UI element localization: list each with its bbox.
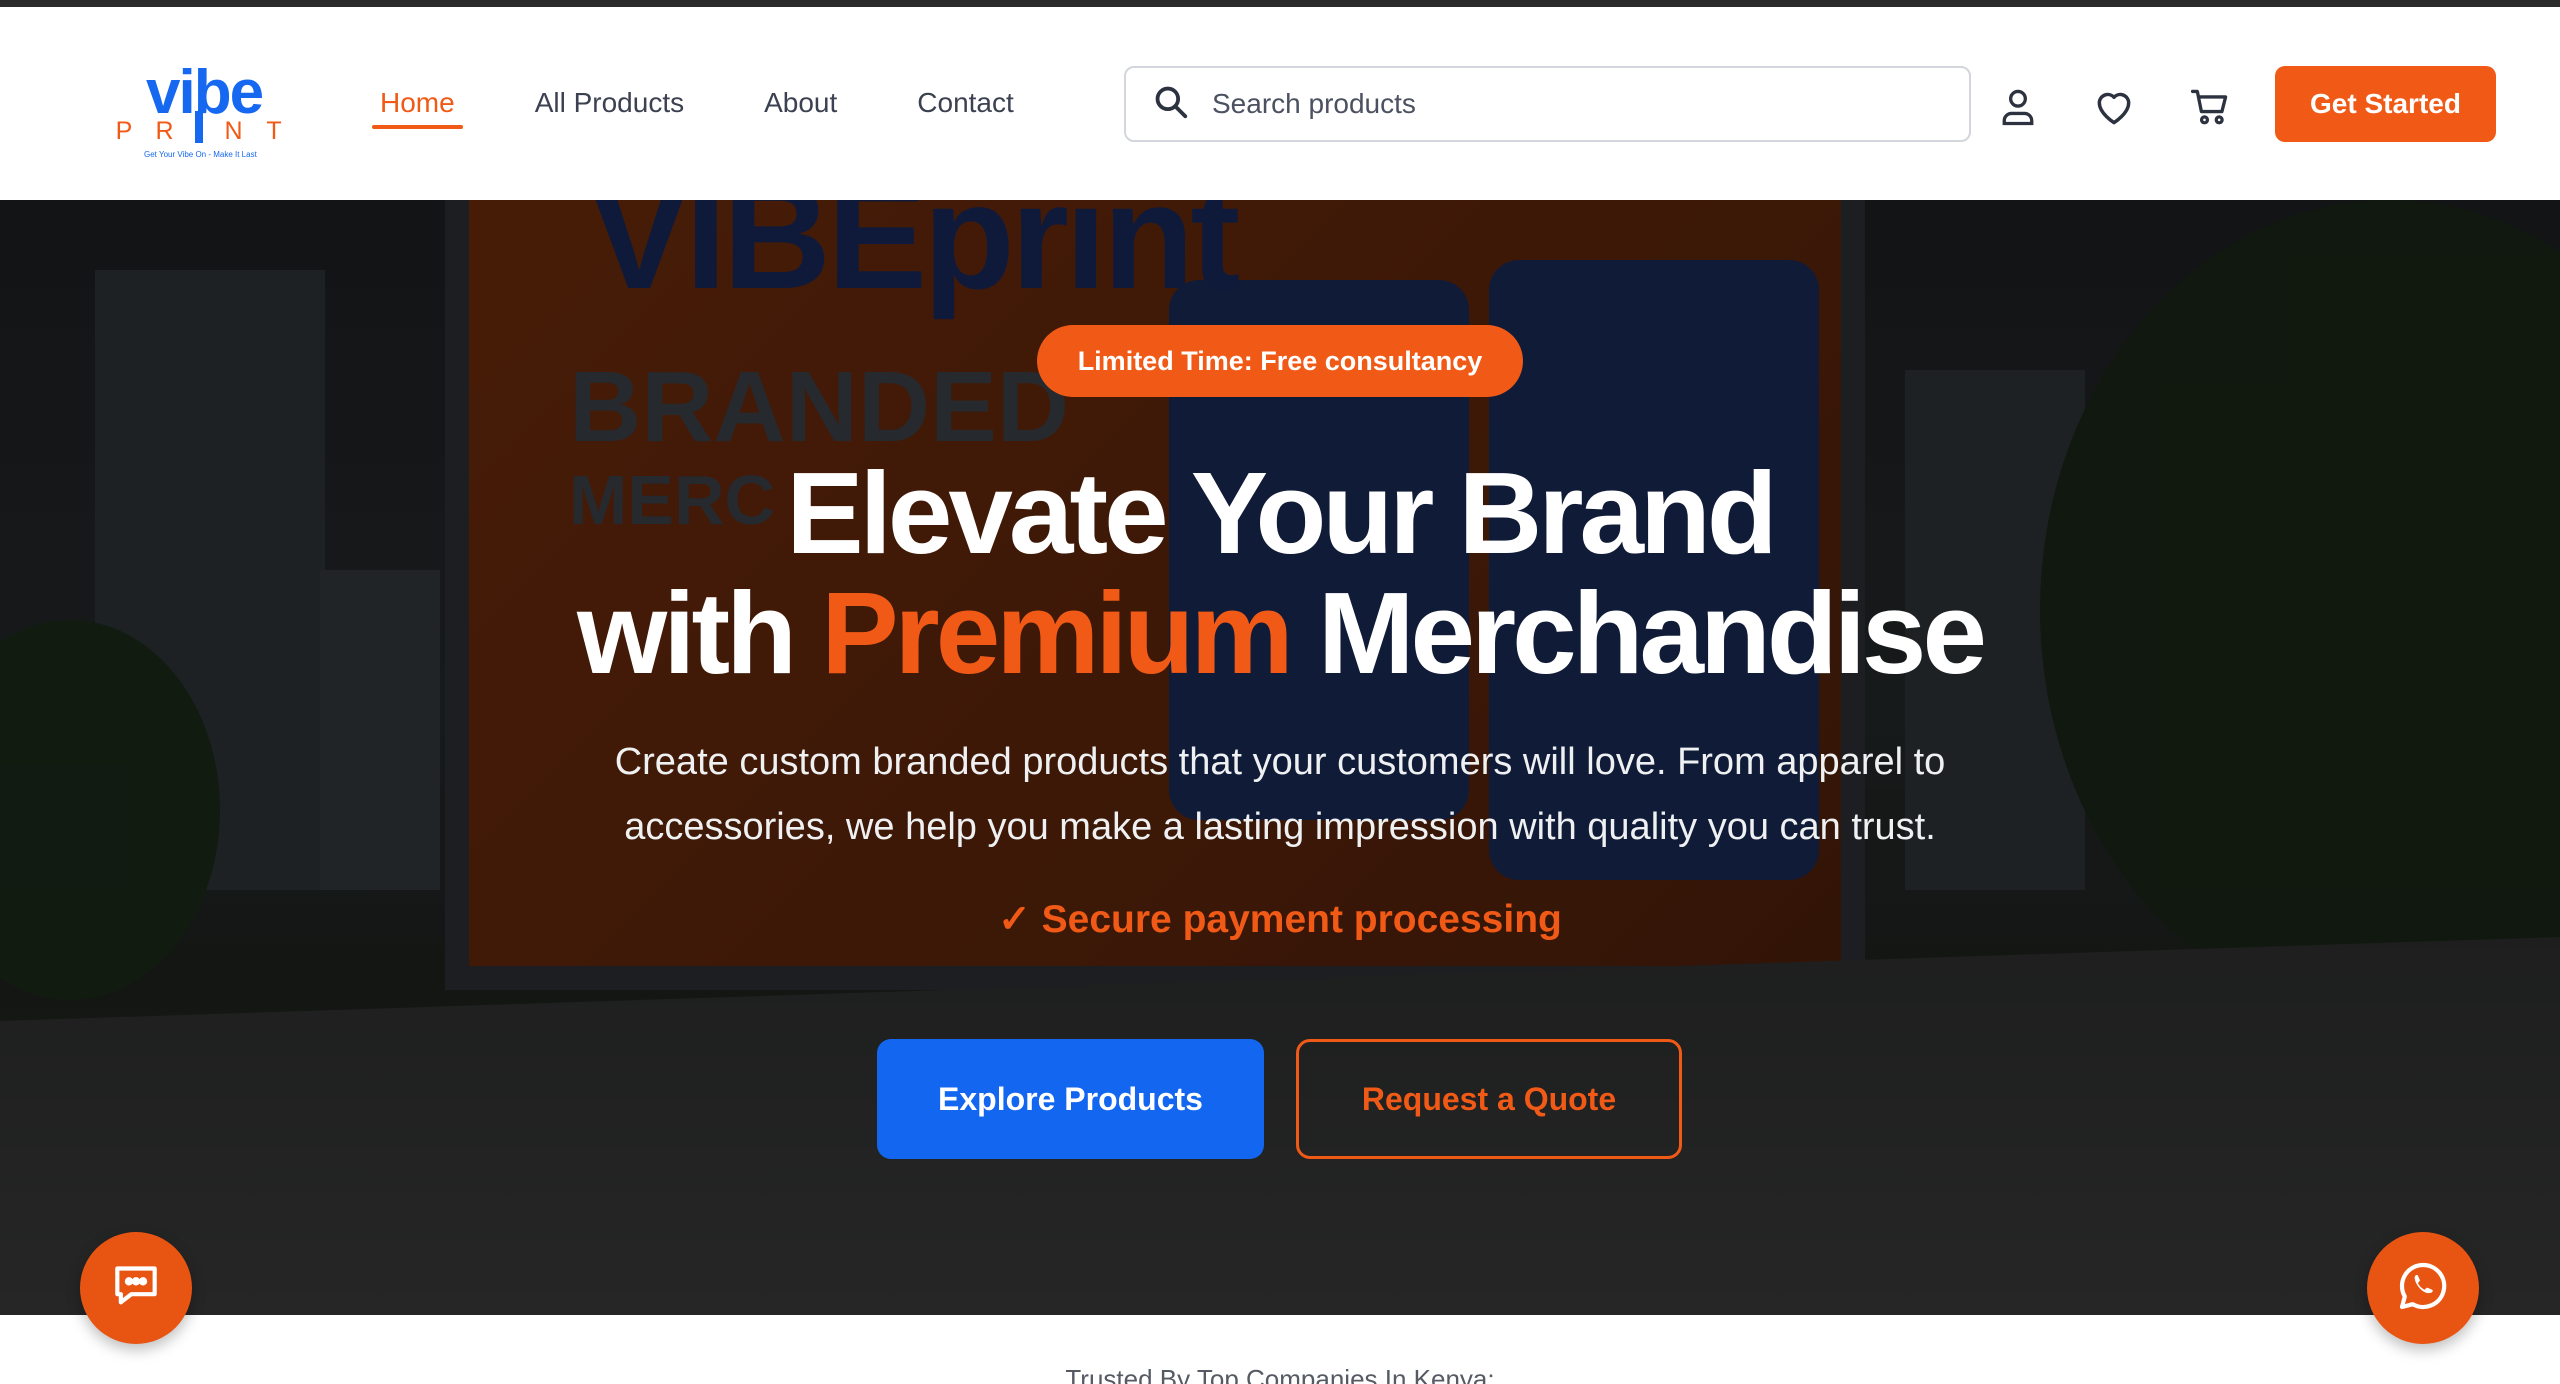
- logo-wordmark: vibe: [146, 58, 264, 127]
- whatsapp-button[interactable]: [2367, 1232, 2479, 1344]
- search-bar[interactable]: [1124, 66, 1971, 142]
- hero-headline-line1: Elevate Your Brand: [786, 448, 1777, 578]
- user-icon[interactable]: [1996, 85, 2040, 129]
- main-nav: Home All Products About Contact: [372, 87, 1094, 129]
- logo-print-letters: P R N T: [114, 111, 284, 146]
- nav-contact[interactable]: Contact: [917, 87, 1014, 129]
- site-header: vibe P R N T Get Your Vibe On - Make It …: [0, 7, 2560, 200]
- headline-suffix: Merchandise: [1289, 568, 1987, 698]
- secure-payment-text: Secure payment processing: [1041, 898, 1562, 941]
- headline-prefix: with: [577, 568, 822, 698]
- chat-icon: [108, 1258, 164, 1319]
- nav-about[interactable]: About: [764, 87, 837, 129]
- hero-headline-line2: with Premium Merchandise: [0, 573, 2560, 693]
- search-icon: [1152, 83, 1190, 126]
- logo-bar: [195, 111, 203, 143]
- trusted-by-heading: Trusted By Top Companies In Kenya:: [1065, 1364, 1495, 1384]
- logo-letter: R: [155, 117, 174, 145]
- logo-letter: T: [266, 117, 282, 145]
- logo-letter: P: [115, 117, 133, 145]
- promo-badge: Limited Time: Free consultancy: [1037, 325, 1523, 397]
- get-started-button[interactable]: Get Started: [2275, 66, 2496, 142]
- hero-subtitle: Create custom branded products that your…: [614, 741, 1946, 848]
- nav-home[interactable]: Home: [372, 87, 463, 129]
- search-input[interactable]: [1212, 88, 1912, 120]
- secure-payment-note: ✓ Secure payment processing: [0, 897, 2560, 942]
- vibeprint-logo[interactable]: vibe P R N T Get Your Vibe On - Make It …: [110, 62, 285, 162]
- check-icon: ✓: [998, 898, 1031, 941]
- request-quote-button[interactable]: Request a Quote: [1296, 1039, 1682, 1159]
- nav-all-products[interactable]: All Products: [535, 87, 684, 129]
- explore-products-button[interactable]: Explore Products: [877, 1039, 1264, 1159]
- logo-tagline: Get Your Vibe On - Make It Last: [144, 150, 257, 159]
- logo-letter: N: [224, 117, 243, 145]
- whatsapp-icon: [2395, 1258, 2451, 1319]
- chat-button[interactable]: [80, 1232, 192, 1344]
- cart-icon[interactable]: [2188, 85, 2232, 129]
- top-strip: [0, 0, 2560, 7]
- headline-accent: Premium: [821, 568, 1293, 698]
- heart-icon[interactable]: [2092, 85, 2136, 129]
- hero-section: VIBEprint BRANDED MERC Limited Time: Fre…: [0, 200, 2560, 1315]
